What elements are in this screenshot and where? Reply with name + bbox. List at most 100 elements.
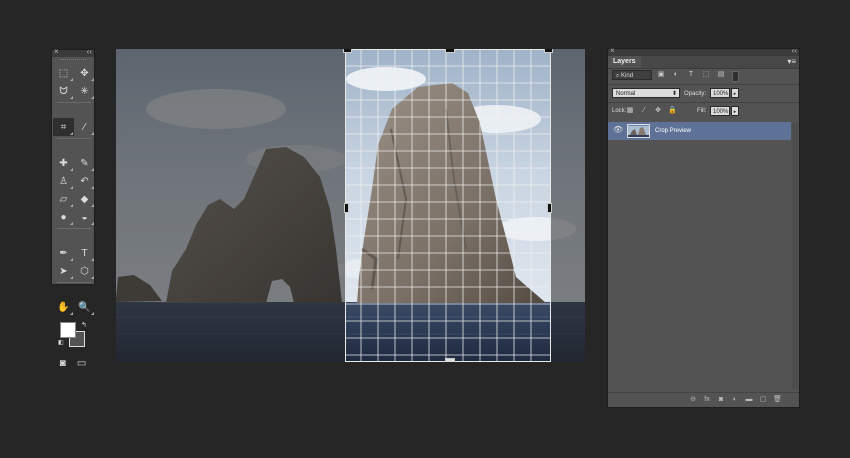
new-group-icon[interactable]: ▬ xyxy=(745,394,753,406)
dodge-tool[interactable]: ◒ xyxy=(74,208,95,226)
eyedropper-tool[interactable]: ⁄ xyxy=(74,118,95,136)
tool-flyout-indicator xyxy=(91,312,94,315)
tool-flyout-indicator xyxy=(70,186,73,189)
tool-flyout-indicator xyxy=(91,132,94,135)
swap-colors-icon[interactable]: ↰ xyxy=(81,321,87,329)
layers-scrollbar[interactable] xyxy=(792,122,798,390)
bottom-tools: ◙ ▭ xyxy=(52,356,94,371)
opacity-label: Opacity: xyxy=(684,91,707,97)
path-selection-tool[interactable]: ➤ xyxy=(53,262,74,280)
magic-wand-tool[interactable]: ✳ xyxy=(74,82,95,100)
tool-flyout-indicator xyxy=(70,258,73,261)
tool-flyout-indicator xyxy=(91,78,94,81)
filter-kind-select[interactable]: ⌕ Kind xyxy=(612,70,652,80)
tool-flyout-indicator xyxy=(70,132,73,135)
type-filter-icon[interactable]: T xyxy=(686,69,696,81)
link-layers-icon[interactable]: ⊖ xyxy=(689,394,697,406)
crop-shield-right xyxy=(551,49,585,362)
layer-filter-row: ⌕ Kind ▣ ◐ T ⬚ ▤ xyxy=(608,69,799,83)
crop-handle-top-left[interactable] xyxy=(343,49,352,53)
tool-flyout-indicator xyxy=(70,96,73,99)
layer-name: Crop Preview xyxy=(655,128,692,134)
filter-icons: ▣ ◐ T ⬚ ▤ xyxy=(656,69,726,81)
blend-row: Normal ⬍ Opacity: 100% ▸ xyxy=(608,87,799,101)
document-canvas[interactable] xyxy=(116,49,585,362)
panel-menu-icon[interactable]: ▾≡ xyxy=(787,56,796,68)
shape-filter-icon[interactable]: ⬚ xyxy=(701,69,711,81)
crop-handle-right[interactable] xyxy=(547,203,552,213)
tool-separator xyxy=(57,228,91,229)
tool-separator xyxy=(57,138,91,139)
opacity-dropdown-icon[interactable]: ▸ xyxy=(731,88,739,98)
rectangular-marquee-tool[interactable]: ⬚ xyxy=(53,64,74,82)
layers-footer: ⊖ fx ◙ ◐ ▬ ▢ 🗑 xyxy=(608,392,799,407)
color-swatches: ↰ ◧ xyxy=(52,320,94,354)
adjustment-layer-icon[interactable]: ◐ xyxy=(731,394,739,406)
brush-tool[interactable]: ✎ xyxy=(74,154,95,172)
lock-position-icon[interactable]: ✥ xyxy=(654,105,662,117)
tool-flyout-indicator xyxy=(70,78,73,81)
layer-thumbnail[interactable] xyxy=(627,124,650,138)
history-brush-tool[interactable]: ↶ xyxy=(74,172,95,190)
fill-label: Fill: xyxy=(697,108,707,114)
footer-icons: ⊖ fx ◙ ◐ ▬ ▢ 🗑 xyxy=(689,394,782,406)
fill-dropdown-icon[interactable]: ▸ xyxy=(731,106,739,116)
screen-mode-icon[interactable]: ▭ xyxy=(77,358,86,369)
eraser-tool[interactable]: ▱ xyxy=(53,190,74,208)
foreground-color-swatch[interactable] xyxy=(60,322,76,338)
tool-flyout-indicator xyxy=(91,186,94,189)
pixel-filter-icon[interactable]: ▣ xyxy=(656,69,666,81)
collapse-icon[interactable]: ‹‹ xyxy=(87,47,92,56)
close-icon[interactable]: × xyxy=(610,46,615,55)
zoom-tool[interactable]: 🔍 xyxy=(74,298,95,316)
lock-transparent-icon[interactable]: ▦ xyxy=(626,105,634,117)
adjustment-filter-icon[interactable]: ◐ xyxy=(671,69,681,81)
filter-toggle[interactable] xyxy=(732,71,739,82)
delete-layer-icon[interactable]: 🗑 xyxy=(773,394,782,406)
fill-input[interactable]: 100% xyxy=(710,106,730,116)
tool-separator xyxy=(57,102,91,103)
lock-row: Lock: ▦ ⁄ ✥ 🔒 Fill: 100% ▸ xyxy=(608,105,799,119)
tool-flyout-indicator xyxy=(70,204,73,207)
blend-mode-select[interactable]: Normal ⬍ xyxy=(612,88,680,98)
crop-handle-left[interactable] xyxy=(344,203,349,213)
crop-box[interactable] xyxy=(343,49,553,362)
tab-layers[interactable]: Layers xyxy=(608,56,641,68)
quick-mask-icon[interactable]: ◙ xyxy=(60,358,66,369)
layer-row[interactable]: 👁 Crop Preview xyxy=(608,122,791,140)
tool-flyout-indicator xyxy=(91,96,94,99)
close-icon[interactable]: × xyxy=(54,47,59,56)
layer-style-icon[interactable]: fx xyxy=(703,394,711,406)
pen-tool[interactable]: ✒ xyxy=(53,244,74,262)
add-mask-icon[interactable]: ◙ xyxy=(717,394,725,406)
move-tool[interactable]: ✥ xyxy=(74,64,95,82)
spot-healing-brush-tool[interactable]: ✚ xyxy=(53,154,74,172)
tool-flyout-indicator xyxy=(70,168,73,171)
shape-tool[interactable]: ⬡ xyxy=(74,262,95,280)
lock-image-icon[interactable]: ⁄ xyxy=(640,105,648,117)
divider xyxy=(608,102,799,103)
lock-all-icon[interactable]: 🔒 xyxy=(668,105,677,117)
new-layer-icon[interactable]: ▢ xyxy=(759,394,767,406)
lasso-tool[interactable]: ᗢ xyxy=(53,82,74,100)
crop-handle-top-right[interactable] xyxy=(544,49,553,53)
crop-handle-top[interactable] xyxy=(445,49,455,53)
tool-flyout-indicator xyxy=(91,204,94,207)
smart-object-filter-icon[interactable]: ▤ xyxy=(716,69,726,81)
crop-handle-bottom[interactable] xyxy=(445,358,455,362)
default-colors-icon[interactable]: ◧ xyxy=(58,339,64,346)
paint-bucket-tool[interactable]: ◆ xyxy=(74,190,95,208)
eye-icon[interactable]: 👁 xyxy=(613,125,623,134)
crop-tool[interactable]: ⌗ xyxy=(53,118,74,136)
blur-tool[interactable]: ● xyxy=(53,208,74,226)
tool-flyout-indicator xyxy=(91,168,94,171)
tool-flyout-indicator xyxy=(70,222,73,225)
tool-separator xyxy=(57,282,91,283)
type-tool[interactable]: T xyxy=(74,244,95,262)
tool-grid: ⬚ ✥ ᗢ ✳ ⌗ ⁄ ✚ ✎ ♙ ↶ ▱ ◆ ● ◒ ✒ T ➤ ⬡ ✋ 🔍 xyxy=(52,64,94,316)
hand-tool[interactable]: ✋ xyxy=(53,298,74,316)
opacity-input[interactable]: 100% xyxy=(710,88,730,98)
collapse-icon[interactable]: ‹‹ xyxy=(792,46,797,55)
clone-stamp-tool[interactable]: ♙ xyxy=(53,172,74,190)
tool-flyout-indicator xyxy=(91,258,94,261)
